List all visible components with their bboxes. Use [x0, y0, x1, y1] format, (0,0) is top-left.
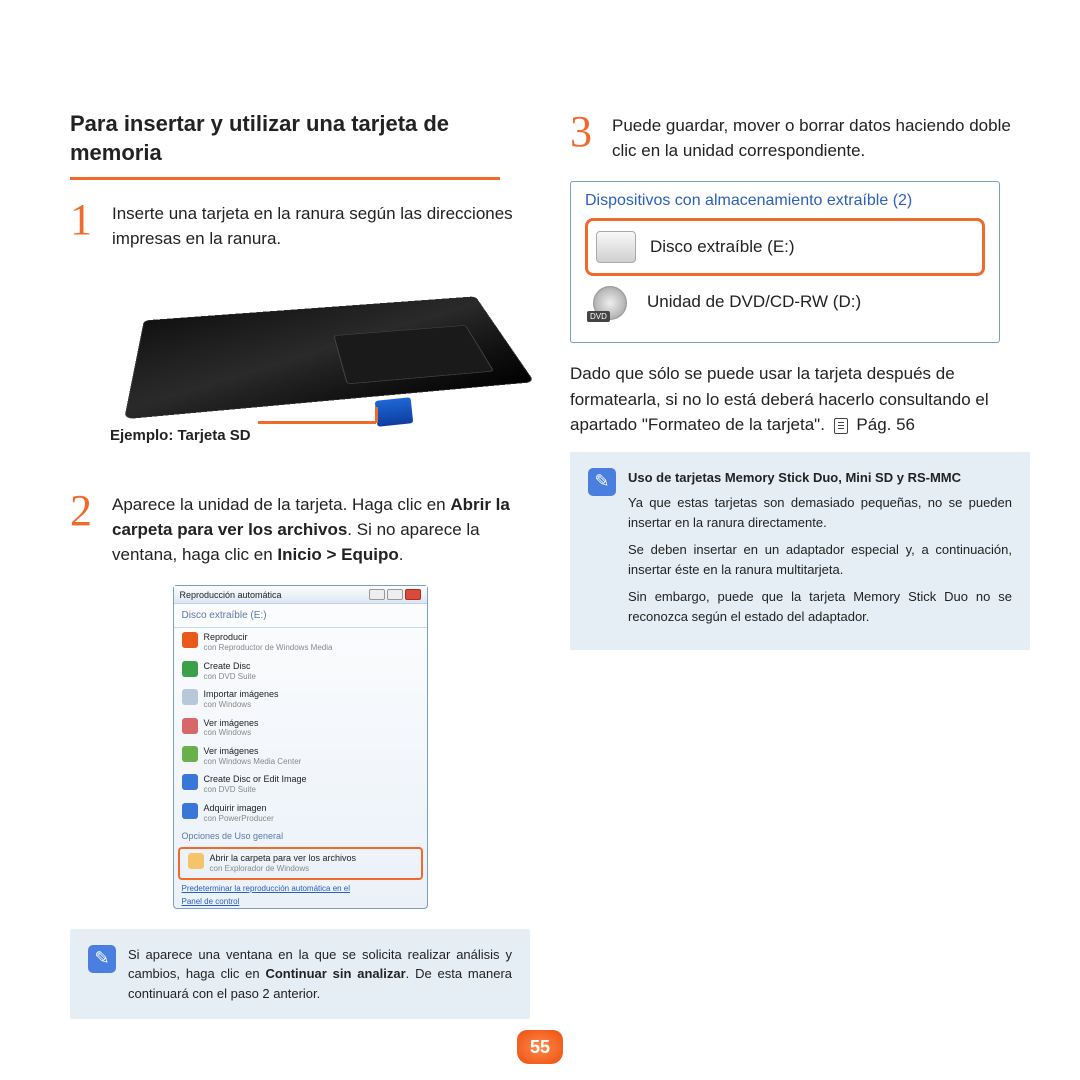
maximize-button[interactable] — [387, 589, 403, 600]
pencil-icon: ✎ — [588, 468, 616, 496]
page-number: 55 — [517, 1030, 563, 1064]
window-titlebar: Reproducción automática — [174, 586, 427, 604]
laptop-body — [124, 297, 534, 420]
minimize-button[interactable] — [369, 589, 385, 600]
device-row[interactable]: DVD Unidad de DVD/CD-RW (D:) — [585, 276, 985, 328]
option-sublabel: con PowerProducer — [204, 814, 274, 824]
step-3: 3 Puede guardar, mover o borrar datos ha… — [570, 110, 1030, 163]
option-icon — [182, 689, 198, 705]
note-paragraph: Se deben insertar en un adaptador especi… — [628, 540, 1012, 579]
note-box: ✎ Si aparece una ventana en la que se so… — [70, 929, 530, 1020]
option-icon — [182, 803, 198, 819]
close-button[interactable] — [405, 589, 421, 600]
option-icon — [182, 774, 198, 790]
section-title: Para insertar y utilizar una tarjeta de … — [70, 110, 500, 180]
page-ref-icon — [834, 418, 848, 434]
step-text: Puede guardar, mover o borrar datos haci… — [612, 110, 1030, 163]
note-box: ✎ Uso de tarjetas Memory Stick Duo, Mini… — [570, 452, 1030, 651]
option-sublabel: con DVD Suite — [204, 785, 307, 795]
autoplay-group-label: Opciones de Uso general — [174, 827, 427, 845]
option-icon — [182, 718, 198, 734]
dvd-drive-icon: DVD — [593, 286, 633, 318]
note-text: Uso de tarjetas Memory Stick Duo, Mini S… — [628, 468, 1012, 635]
autoplay-option[interactable]: Adquirir imagencon PowerProducer — [174, 799, 427, 827]
window-title: Reproducción automática — [180, 590, 282, 600]
device-label: Unidad de DVD/CD-RW (D:) — [647, 292, 861, 312]
removable-disk-icon — [596, 231, 636, 263]
step-text: Aparece la unidad de la tarjeta. Haga cl… — [112, 489, 530, 567]
autoplay-highlighted-option[interactable]: Abrir la carpeta para ver los archivos c… — [178, 847, 423, 879]
option-label: Create Disc or Edit Image — [204, 774, 307, 785]
autoplay-option[interactable]: Reproducircon Reproductor de Windows Med… — [174, 628, 427, 656]
device-label: Disco extraíble (E:) — [650, 237, 795, 257]
option-label: Importar imágenes — [204, 689, 279, 700]
step-1: 1 Inserte una tarjeta en la ranura según… — [70, 198, 530, 251]
autoplay-option[interactable]: Ver imágenescon Windows Media Center — [174, 742, 427, 770]
callout-label: Ejemplo: Tarjeta SD — [110, 427, 251, 444]
autoplay-option[interactable]: Create Disccon DVD Suite — [174, 657, 427, 685]
option-label: Abrir la carpeta para ver los archivos — [210, 853, 357, 864]
option-icon — [182, 661, 198, 677]
text: Aparece la unidad de la tarjeta. Haga cl… — [112, 495, 450, 514]
option-label: Adquirir imagen — [204, 803, 274, 814]
device-row-highlighted[interactable]: Disco extraíble (E:) — [585, 218, 985, 276]
dvd-badge: DVD — [587, 311, 610, 322]
option-label: Reproducir — [204, 632, 333, 643]
sd-card-icon — [375, 398, 414, 428]
devices-panel: Dispositivos con almacenamiento extraíbl… — [570, 181, 1000, 343]
autoplay-option[interactable]: Ver imágenescon Windows — [174, 714, 427, 742]
step-number: 3 — [570, 110, 600, 163]
note-title: Uso de tarjetas Memory Stick Duo, Mini S… — [628, 468, 1012, 488]
note-text: Si aparece una ventana en la que se soli… — [128, 945, 512, 1004]
text: . — [399, 545, 404, 564]
option-sublabel: con Reproductor de Windows Media — [204, 643, 333, 653]
option-icon — [182, 632, 198, 648]
autoplay-option[interactable]: Create Disc or Edit Imagecon DVD Suite — [174, 770, 427, 798]
pencil-icon: ✎ — [88, 945, 116, 973]
text: Dado que sólo se puede usar la tarjeta d… — [570, 364, 989, 434]
laptop-illustration: Ejemplo: Tarjeta SD — [70, 269, 510, 469]
option-label: Ver imágenes — [204, 718, 259, 729]
option-sublabel: con Windows — [204, 728, 259, 738]
autoplay-link[interactable]: Predeterminar la reproducción automática… — [174, 882, 427, 895]
step-2: 2 Aparece la unidad de la tarjeta. Haga … — [70, 489, 530, 567]
option-icon — [182, 746, 198, 762]
option-label: Create Disc — [204, 661, 256, 672]
paragraph: Dado que sólo se puede usar la tarjeta d… — [570, 361, 1030, 438]
option-sublabel: con Explorador de Windows — [210, 864, 357, 874]
folder-icon — [188, 853, 204, 869]
bold-text: Continuar sin analizar — [265, 966, 405, 981]
page-ref: Pág. 56 — [856, 415, 915, 434]
bold-text: Inicio > Equipo — [277, 545, 398, 564]
option-sublabel: con Windows Media Center — [204, 757, 302, 767]
devices-title: Dispositivos con almacenamiento extraíbl… — [585, 192, 985, 210]
autoplay-window: Reproducción automática Disco extraíble … — [173, 585, 428, 908]
step-text: Inserte una tarjeta en la ranura según l… — [112, 198, 530, 251]
autoplay-link[interactable]: Panel de control — [174, 895, 427, 908]
option-label: Ver imágenes — [204, 746, 302, 757]
autoplay-option[interactable]: Importar imágenescon Windows — [174, 685, 427, 713]
option-sublabel: con DVD Suite — [204, 672, 256, 682]
autoplay-subtitle: Disco extraíble (E:) — [174, 604, 427, 628]
note-paragraph: Ya que estas tarjetas son demasiado pequ… — [628, 493, 1012, 532]
note-paragraph: Sin embargo, puede que la tarjeta Memory… — [628, 587, 1012, 626]
option-sublabel: con Windows — [204, 700, 279, 710]
step-number: 1 — [70, 198, 100, 251]
step-number: 2 — [70, 489, 100, 567]
callout-line — [258, 421, 376, 424]
